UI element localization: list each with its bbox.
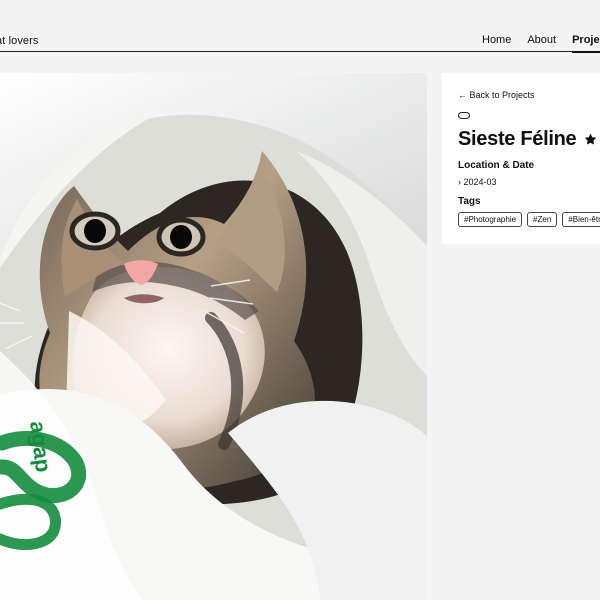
tag-list: #Photographie #Zen #Bien-être xyxy=(458,212,600,227)
main-navigation: Home About Projects xyxy=(482,34,600,53)
back-to-projects-link[interactable]: ← Back to Projects xyxy=(458,90,535,100)
compact-pill-icon[interactable] xyxy=(458,112,470,119)
tag-zen[interactable]: #Zen xyxy=(527,212,558,227)
star-icon[interactable] xyxy=(583,132,598,147)
project-title: Sieste Féline xyxy=(458,128,577,150)
site-header: Cat lovers Home About Projects xyxy=(0,0,600,53)
tag-photographie[interactable]: #Photographie xyxy=(458,212,523,227)
project-photo: agap xyxy=(0,73,427,600)
tag-bien-etre[interactable]: #Bien-être xyxy=(562,212,600,227)
project-info-card: ← Back to Projects Sieste Féline Locatio… xyxy=(442,73,600,244)
location-date-label: Location & Date xyxy=(458,160,535,171)
project-title-row: Sieste Féline xyxy=(458,128,598,151)
project-date: › 2024-03 xyxy=(458,177,497,187)
nav-home-link[interactable]: Home xyxy=(482,34,511,46)
right-cat-pupil xyxy=(170,225,192,249)
nav-about-link[interactable]: About xyxy=(527,34,556,46)
cat-in-plastic-bag-photo: agap xyxy=(0,73,427,600)
tags-label: Tags xyxy=(458,196,481,207)
site-title[interactable]: Cat lovers xyxy=(0,35,39,47)
nav-projects-link[interactable]: Projects xyxy=(572,34,600,53)
left-cat-pupil xyxy=(84,219,106,243)
